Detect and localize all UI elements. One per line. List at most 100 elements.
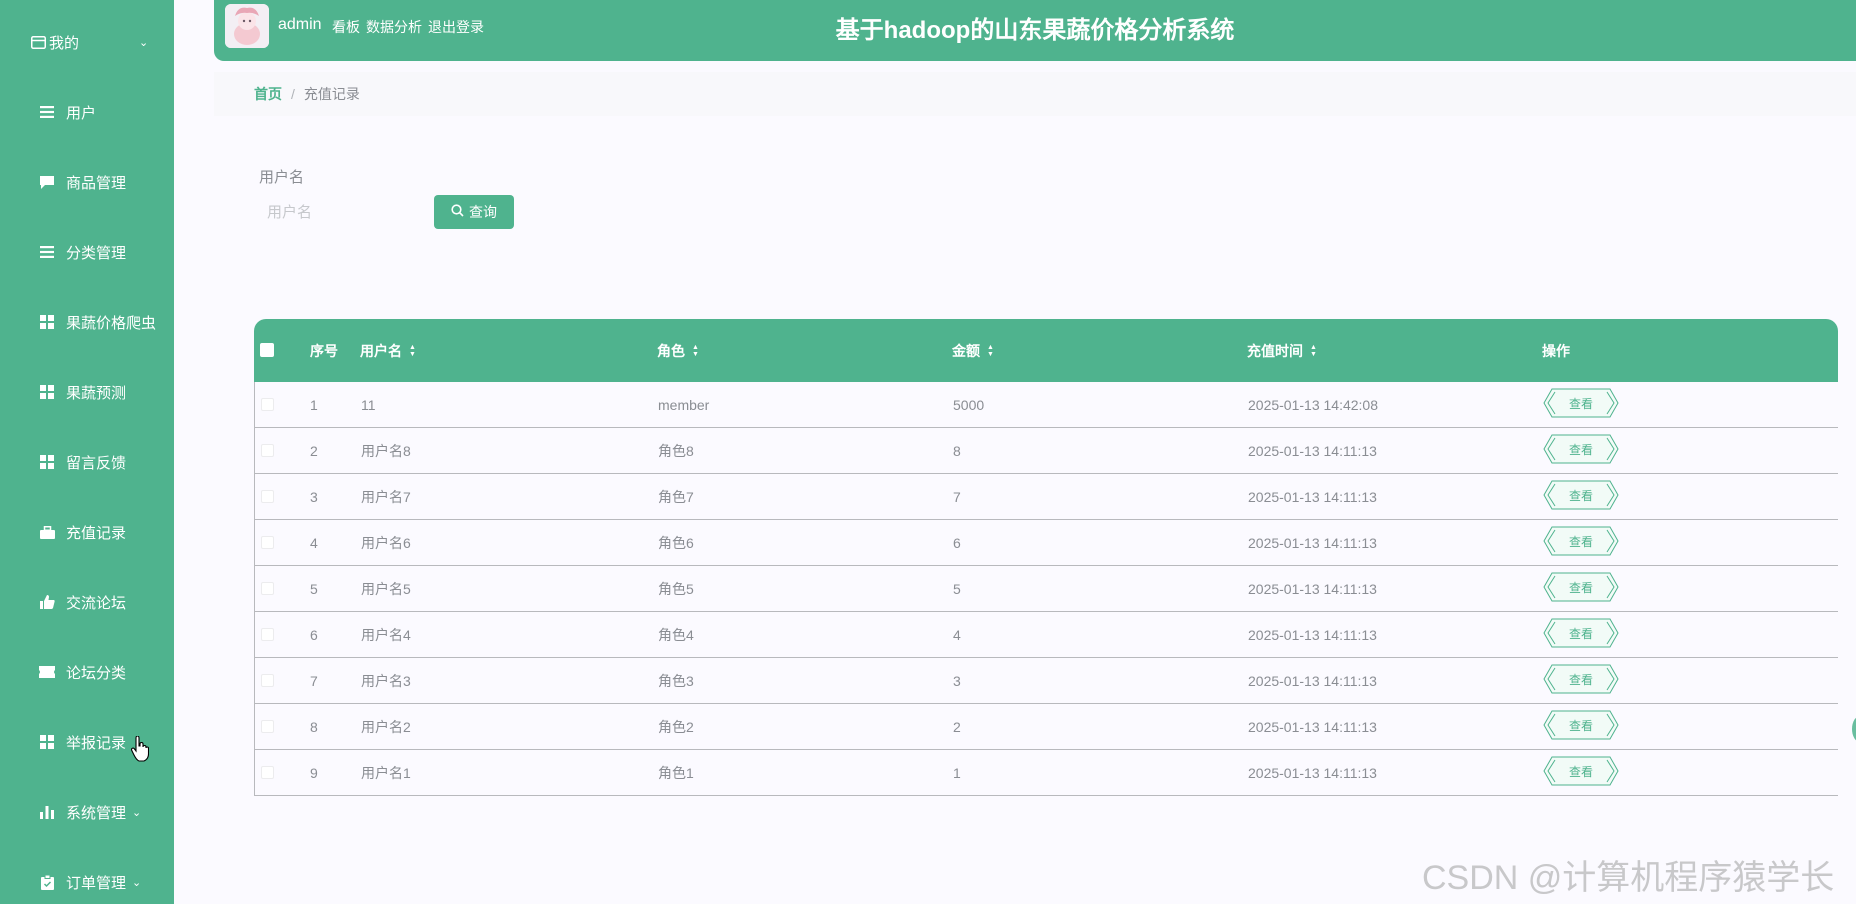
- view-button[interactable]: 查看: [1543, 710, 1619, 740]
- table-row: 9 用户名1 角色1 1 2025-01-13 14:11:13 查看: [255, 750, 1838, 796]
- recharge-table: 序号 用户名 ▲ ▼ 角色 ▲ ▼ 金额 ▲ ▼ 充值时间 ▲ ▼ 操作 1 11 memb…: [254, 319, 1838, 796]
- view-button[interactable]: 查看: [1543, 618, 1619, 648]
- cell-role: 角色7: [658, 488, 694, 505]
- sidebar-item-label: 举报记录: [66, 734, 127, 752]
- view-button[interactable]: 查看: [1543, 434, 1619, 464]
- column-header-index: 序号: [310, 342, 338, 359]
- row-checkbox[interactable]: [261, 766, 274, 779]
- row-checkbox[interactable]: [261, 444, 274, 457]
- view-button[interactable]: 查看: [1543, 664, 1619, 694]
- view-button-label: 查看: [1568, 443, 1593, 457]
- cell-index: 7: [310, 672, 318, 689]
- view-button[interactable]: 查看: [1543, 526, 1619, 556]
- cell-index: 5: [310, 580, 318, 597]
- sidebar-item-forum-categories[interactable]: 论坛分类: [0, 652, 174, 692]
- grid-icon: [39, 384, 55, 400]
- row-checkbox[interactable]: [261, 536, 274, 549]
- column-header-role[interactable]: 角色 ▲ ▼: [657, 319, 699, 382]
- clipboard-icon: [39, 874, 55, 890]
- cell-username: 用户名7: [361, 488, 411, 505]
- cell-time: 2025-01-13 14:42:08: [1248, 396, 1378, 413]
- sidebar-item-label: 交流论坛: [66, 594, 127, 612]
- column-header-label: 金额: [952, 342, 980, 359]
- sidebar-item-orders[interactable]: 订单管理 ⌄: [0, 862, 174, 902]
- cell-index: 4: [310, 534, 318, 551]
- column-header-time[interactable]: 充值时间 ▲ ▼: [1247, 319, 1317, 382]
- sidebar-item-forecast[interactable]: 果蔬预测: [0, 372, 174, 412]
- sidebar-item-forum[interactable]: 交流论坛: [0, 582, 174, 622]
- select-all-checkbox[interactable]: [260, 343, 274, 357]
- view-button-label: 查看: [1568, 535, 1593, 549]
- search-button[interactable]: 查询: [434, 195, 514, 229]
- table-row: 6 用户名4 角色4 4 2025-01-13 14:11:13 查看: [255, 612, 1838, 658]
- sidebar-item-price-crawler[interactable]: 果蔬价格爬虫: [0, 302, 174, 342]
- grid-icon: [39, 734, 55, 750]
- sidebar-item-label: 我的: [49, 34, 80, 52]
- sidebar-item-system[interactable]: 系统管理 ⌄: [0, 792, 174, 832]
- table-header: 序号 用户名 ▲ ▼ 角色 ▲ ▼ 金额 ▲ ▼ 充值时间 ▲ ▼ 操作: [254, 319, 1838, 382]
- column-header-label: 用户名: [360, 342, 402, 359]
- thumb-icon: [39, 594, 55, 610]
- sidebar-item-recharge[interactable]: 充值记录: [0, 512, 174, 552]
- view-button[interactable]: 查看: [1543, 756, 1619, 786]
- view-button[interactable]: 查看: [1543, 388, 1619, 418]
- sort-icon[interactable]: ▲ ▼: [987, 344, 994, 358]
- cell-role: member: [658, 396, 710, 413]
- row-checkbox[interactable]: [261, 628, 274, 641]
- cell-index: 3: [310, 488, 318, 505]
- cell-time: 2025-01-13 14:11:13: [1248, 488, 1377, 505]
- cell-time: 2025-01-13 14:11:13: [1248, 672, 1377, 689]
- sidebar-item-label: 分类管理: [66, 244, 127, 262]
- row-checkbox[interactable]: [261, 582, 274, 595]
- cell-amount: 4: [953, 626, 961, 643]
- row-checkbox[interactable]: [261, 674, 274, 687]
- table-row: 1 11 member 5000 2025-01-13 14:42:08 查看: [255, 382, 1838, 428]
- card-icon: [30, 34, 46, 50]
- cell-index: 6: [310, 626, 318, 643]
- breadcrumb-current: 充值记录: [303, 86, 360, 102]
- row-checkbox[interactable]: [261, 490, 274, 503]
- sort-icon[interactable]: ▲ ▼: [409, 344, 416, 358]
- row-checkbox[interactable]: [261, 720, 274, 733]
- cell-amount: 8: [953, 442, 961, 459]
- cell-time: 2025-01-13 14:11:13: [1248, 442, 1377, 459]
- sidebar-item-my[interactable]: 我的 ⌄: [0, 22, 174, 62]
- sort-icon[interactable]: ▲ ▼: [1310, 344, 1317, 358]
- grid-icon: [39, 314, 55, 330]
- username-search-input[interactable]: [259, 196, 419, 228]
- cell-username: 用户名6: [361, 534, 411, 551]
- view-button[interactable]: 查看: [1543, 572, 1619, 602]
- cell-index: 9: [310, 764, 318, 781]
- hand-cursor-icon: [130, 735, 150, 767]
- floating-button-edge[interactable]: [1852, 716, 1856, 742]
- sidebar-item-users[interactable]: 用户: [0, 92, 174, 132]
- cell-role: 角色5: [658, 580, 694, 597]
- ticket-icon: [39, 664, 55, 680]
- table-row: 4 用户名6 角色6 6 2025-01-13 14:11:13 查看: [255, 520, 1838, 566]
- cell-username: 用户名2: [361, 718, 411, 735]
- grid-icon: [39, 454, 55, 470]
- cell-role: 角色1: [658, 764, 694, 781]
- sidebar-item-products[interactable]: 商品管理: [0, 162, 174, 202]
- column-header-amount[interactable]: 金额 ▲ ▼: [952, 319, 994, 382]
- row-checkbox[interactable]: [261, 398, 274, 411]
- chevron-down-icon: ⌄: [132, 876, 142, 889]
- view-button[interactable]: 查看: [1543, 480, 1619, 510]
- chevron-down-icon: ⌄: [139, 36, 149, 49]
- top-header: admin 看板 数据分析 退出登录 基于hadoop的山东果蔬价格分析系统: [214, 0, 1856, 61]
- sidebar-item-label: 果蔬预测: [66, 384, 127, 402]
- sort-icon[interactable]: ▲ ▼: [692, 344, 699, 358]
- sidebar-item-categories[interactable]: 分类管理: [0, 232, 174, 272]
- view-button-label: 查看: [1568, 719, 1593, 733]
- sidebar: 我的 ⌄ 用户 商品管理 分类管理 果蔬价格爬虫 果蔬预测 留言反馈 充值记录 …: [0, 0, 174, 904]
- cell-time: 2025-01-13 14:11:13: [1248, 626, 1377, 643]
- watermark: CSDN @计算机程序猿学长: [1422, 859, 1835, 897]
- breadcrumb-home[interactable]: 首页: [254, 84, 282, 104]
- column-header-username[interactable]: 用户名 ▲ ▼: [360, 319, 416, 382]
- sidebar-item-label: 系统管理: [66, 804, 127, 822]
- sidebar-item-label: 订单管理: [66, 874, 127, 892]
- sidebar-item-feedback[interactable]: 留言反馈: [0, 442, 174, 482]
- search-button-label: 查询: [469, 204, 497, 220]
- cell-amount: 2: [953, 718, 961, 735]
- view-button-label: 查看: [1568, 397, 1593, 411]
